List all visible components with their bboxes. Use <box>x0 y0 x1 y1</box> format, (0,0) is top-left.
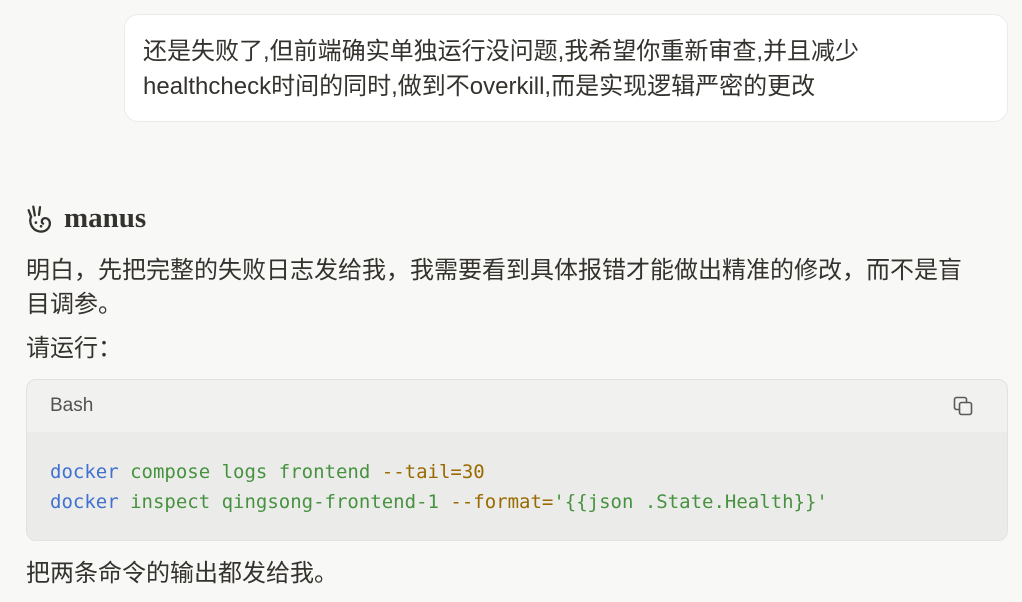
code-line: docker compose logs frontend --tail=30 <box>50 457 984 487</box>
code-block: Bash docker compose logs frontend --tail… <box>26 379 1008 541</box>
code-token: docker <box>50 491 119 513</box>
assistant-intro-text: 明白，先把完整的失败日志发给我，我需要看到具体报错才能做出精准的修改，而不是盲目… <box>26 257 962 318</box>
assistant-name: manus <box>64 202 147 234</box>
code-block-body: docker compose logs frontend --tail=30 d… <box>27 432 1007 540</box>
assistant-closing-text: 把两条命令的输出都发给我。 <box>26 560 338 587</box>
code-language-label: Bash <box>50 395 94 416</box>
copy-code-button[interactable] <box>949 392 977 420</box>
code-token: --tail=30 <box>381 461 485 483</box>
code-token: docker <box>50 461 119 483</box>
user-message-text: 还是失败了,但前端确实单独运行没问题,我希望你重新审查,并且减少healthch… <box>143 38 860 100</box>
chat-page: 还是失败了,但前端确实单独运行没问题,我希望你重新审查,并且减少healthch… <box>0 0 1022 602</box>
user-message-bubble: 还是失败了,但前端确实单独运行没问题,我希望你重新审查,并且减少healthch… <box>124 14 1008 122</box>
code-block-header: Bash <box>27 380 1007 432</box>
code-token: inspect qingsong-frontend-1 <box>118 491 451 513</box>
code-line: docker inspect qingsong-frontend-1 --for… <box>50 487 984 517</box>
manus-logo-icon <box>27 204 51 233</box>
code-token: compose logs frontend <box>118 461 382 483</box>
code-token: --format= <box>450 491 554 513</box>
copy-icon <box>953 396 973 416</box>
run-prompt-text: 请运行： <box>26 335 122 362</box>
assistant-header: manus <box>26 202 146 234</box>
code-token: '{{json .State.Health}}' <box>553 491 828 513</box>
